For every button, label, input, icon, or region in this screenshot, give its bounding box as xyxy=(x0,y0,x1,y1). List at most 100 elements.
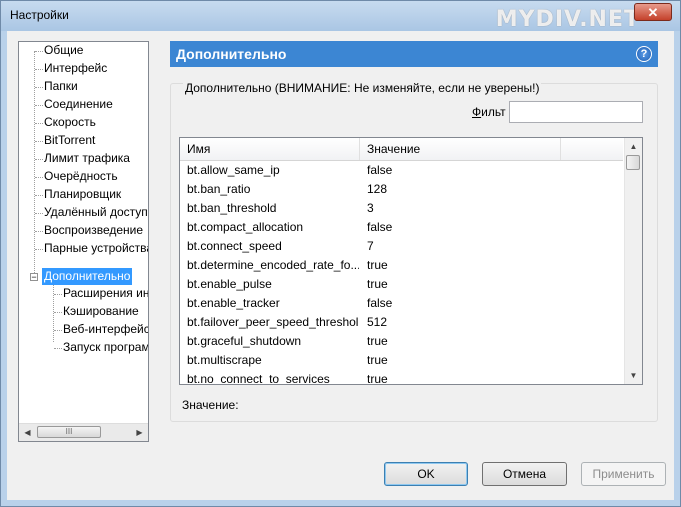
tree-connector xyxy=(35,231,43,232)
table-row[interactable]: bt.ban_ratio 128 xyxy=(180,180,623,199)
window-title: Настройки xyxy=(10,8,69,22)
tree-item-traffic-limit[interactable]: Лимит трафика xyxy=(44,150,130,167)
filter-input[interactable] xyxy=(509,101,643,123)
list-vertical-scrollbar[interactable]: ▲ ▼ xyxy=(624,138,642,384)
tree-connector xyxy=(35,87,43,88)
scroll-left-icon[interactable]: ◀ xyxy=(19,424,36,441)
table-row[interactable]: bt.connect_speed 7 xyxy=(180,237,623,256)
settings-window: Настройки MYDIV.NET ✕ Общие Интерфейс Па… xyxy=(0,0,681,507)
tree-connector xyxy=(35,123,43,124)
close-button[interactable]: ✕ xyxy=(634,3,672,21)
scroll-thumb[interactable] xyxy=(626,155,640,170)
tree-item-queue[interactable]: Очерёдность xyxy=(44,168,118,185)
row-name: bt.ban_threshold xyxy=(187,201,277,215)
table-row[interactable]: bt.ban_threshold 3 xyxy=(180,199,623,218)
tree-connector xyxy=(34,51,35,277)
row-name: bt.multiscrape xyxy=(187,353,262,367)
tree-item-playback[interactable]: Воспроизведение xyxy=(44,222,143,239)
tree-item-caching[interactable]: Кэширование xyxy=(63,303,139,320)
section-title: Дополнительно xyxy=(176,46,287,62)
table-row[interactable]: bt.no_connect_to_services true xyxy=(180,370,623,385)
row-value: 3 xyxy=(367,201,374,215)
value-label: Значение: xyxy=(182,398,239,412)
settings-tree[interactable]: Общие Интерфейс Папки Соединение Скорост… xyxy=(18,41,149,442)
advanced-group: Дополнительно (ВНИМАНИЕ: Не изменяйте, е… xyxy=(170,81,658,422)
table-row[interactable]: bt.determine_encoded_rate_fo... true xyxy=(180,256,623,275)
row-name: bt.no_connect_to_services xyxy=(187,372,330,385)
tree-connector xyxy=(35,249,43,250)
tree-connector xyxy=(54,348,62,349)
tree-item-ui-extras[interactable]: Расширения интерфейса xyxy=(63,285,148,302)
tree-connector xyxy=(35,195,43,196)
tree-item-folders[interactable]: Папки xyxy=(44,78,78,95)
row-value: 7 xyxy=(367,239,374,253)
scroll-thumb[interactable]: III xyxy=(37,426,101,438)
settings-list[interactable]: Имя Значение bt.allow_same_ip false bt.ban… xyxy=(179,137,643,385)
tree-horizontal-scrollbar[interactable]: ◀ III ▶ xyxy=(19,423,148,441)
dialog-client-area: Общие Интерфейс Папки Соединение Скорост… xyxy=(7,31,674,500)
table-row[interactable]: bt.compact_allocation false xyxy=(180,218,623,237)
row-name: bt.determine_encoded_rate_fo... xyxy=(187,258,359,272)
help-icon[interactable]: ? xyxy=(636,46,652,62)
column-header-name[interactable]: Имя xyxy=(180,138,360,160)
table-row[interactable]: bt.multiscrape true xyxy=(180,351,623,370)
tree-item-remote-access[interactable]: Удалённый доступ xyxy=(44,204,148,221)
tree-connector xyxy=(54,330,62,331)
tree-item-advanced[interactable]: Дополнительно xyxy=(42,268,133,285)
tree-connector xyxy=(54,312,62,313)
tree-connector xyxy=(35,105,43,106)
tree-item-web-ui[interactable]: Веб-интерфейс xyxy=(63,321,148,338)
row-name: bt.enable_tracker xyxy=(187,296,280,310)
scroll-right-icon[interactable]: ▶ xyxy=(131,424,148,441)
row-value: false xyxy=(367,296,393,310)
row-value: false xyxy=(367,163,393,177)
tree-item-general[interactable]: Общие xyxy=(44,42,83,59)
row-value: 128 xyxy=(367,182,388,196)
column-header-spacer xyxy=(561,138,623,160)
row-name: bt.compact_allocation xyxy=(187,220,304,234)
row-name: bt.connect_speed xyxy=(187,239,282,253)
watermark: MYDIV.NET xyxy=(495,7,640,32)
title-bar[interactable]: Настройки MYDIV.NET ✕ xyxy=(1,1,680,32)
section-header: Дополнительно ? xyxy=(170,41,658,67)
row-value: true xyxy=(367,353,388,367)
tree-connector xyxy=(35,51,43,52)
scroll-down-icon[interactable]: ▼ xyxy=(625,367,642,384)
scroll-up-icon[interactable]: ▲ xyxy=(625,138,642,155)
row-value: false xyxy=(367,220,393,234)
row-name: bt.enable_pulse xyxy=(187,277,272,291)
row-value: true xyxy=(367,372,388,385)
row-value: true xyxy=(367,277,388,291)
table-row[interactable]: bt.enable_pulse true xyxy=(180,275,623,294)
row-value: 512 xyxy=(367,315,388,329)
tree-item-scheduler[interactable]: Планировщик xyxy=(44,186,121,203)
tree-item-run-program[interactable]: Запуск программ xyxy=(63,339,148,356)
tree-item-speed[interactable]: Скорость xyxy=(44,114,96,131)
table-row[interactable]: bt.enable_tracker false xyxy=(180,294,623,313)
cancel-button[interactable]: Отмена xyxy=(482,462,567,486)
row-value: true xyxy=(367,334,388,348)
apply-button[interactable]: Применить xyxy=(581,462,666,486)
tree-connector xyxy=(35,177,43,178)
group-label: Дополнительно (ВНИМАНИЕ: Не изменяйте, е… xyxy=(183,81,542,95)
tree-connector xyxy=(35,213,43,214)
tree-item-bittorrent[interactable]: BitTorrent xyxy=(44,132,95,149)
table-row[interactable]: bt.allow_same_ip false xyxy=(180,161,623,180)
table-row[interactable]: bt.failover_peer_speed_threshold 512 xyxy=(180,313,623,332)
tree-connector xyxy=(35,69,43,70)
list-rows: bt.allow_same_ip false bt.ban_ratio 128 bt.b… xyxy=(180,161,623,385)
row-name: bt.failover_peer_speed_threshold xyxy=(187,315,359,329)
row-name: bt.ban_ratio xyxy=(187,182,251,196)
tree-item-connection[interactable]: Соединение xyxy=(44,96,113,113)
row-value: true xyxy=(367,258,388,272)
filter-label-accesskey: Ф xyxy=(472,105,482,119)
ok-button[interactable]: OK xyxy=(384,462,468,486)
row-name: bt.graceful_shutdown xyxy=(187,334,302,348)
column-header-value[interactable]: Значение xyxy=(360,138,561,160)
collapse-icon[interactable]: − xyxy=(30,273,38,282)
tree-item-interface[interactable]: Интерфейс xyxy=(44,60,107,77)
table-row[interactable]: bt.graceful_shutdown true xyxy=(180,332,623,351)
filter-label-text: ильт xyxy=(481,105,506,119)
tree-item-paired-devices[interactable]: Парные устройства xyxy=(44,240,148,257)
filter-label: Фильт xyxy=(472,105,506,119)
